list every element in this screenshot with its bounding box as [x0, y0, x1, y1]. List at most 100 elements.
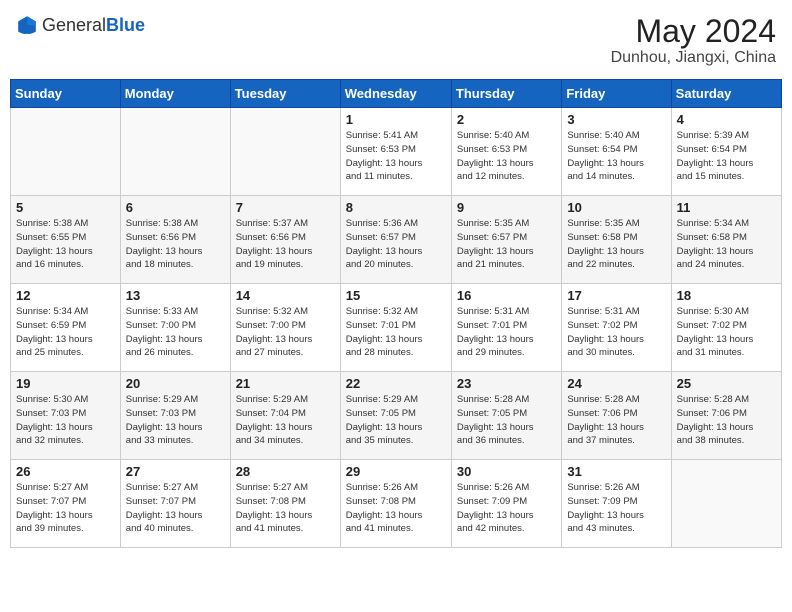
calendar-cell: 10Sunrise: 5:35 AMSunset: 6:58 PMDayligh… [562, 196, 671, 284]
calendar-cell: 16Sunrise: 5:31 AMSunset: 7:01 PMDayligh… [451, 284, 561, 372]
header: GeneralBlue May 2024 Dunhou, Jiangxi, Ch… [10, 10, 782, 71]
calendar-cell: 30 Sunrise: 5:26 AMSunset: 7:09 PMDayligh… [451, 460, 561, 548]
day-info: Sunrise: 5:27 AMSunset: 7:07 PMDaylight:… [16, 481, 115, 536]
logo-general: General [42, 15, 106, 35]
calendar-cell: 19 Sunrise: 5:30 AMSunset: 7:03 PMDayligh… [11, 372, 121, 460]
day-number: 30 [457, 464, 556, 479]
day-number: 27 [126, 464, 225, 479]
day-info: Sunrise: 5:32 AMSunset: 7:01 PMDaylight:… [346, 305, 446, 360]
day-number: 9 [457, 200, 556, 215]
day-info: Sunrise: 5:36 AMSunset: 6:57 PMDaylight:… [346, 217, 446, 272]
calendar-cell: 5 Sunrise: 5:38 AMSunset: 6:55 PMDaylight… [11, 196, 121, 284]
day-number: 22 [346, 376, 446, 391]
day-info: Sunrise: 5:29 AMSunset: 7:05 PMDaylight:… [346, 393, 446, 448]
calendar-cell: 8 Sunrise: 5:36 AMSunset: 6:57 PMDaylight… [340, 196, 451, 284]
day-info: Sunrise: 5:30 AMSunset: 7:02 PMDaylight:… [677, 305, 776, 360]
day-info: Sunrise: 5:33 AMSunset: 7:00 PMDaylight:… [126, 305, 225, 360]
day-info: Sunrise: 5:38 AMSunset: 6:55 PMDaylight:… [16, 217, 115, 272]
day-number: 21 [236, 376, 335, 391]
day-number: 12 [16, 288, 115, 303]
day-number: 10 [567, 200, 665, 215]
calendar-cell: 13 Sunrise: 5:33 AMSunset: 7:00 PMDayligh… [120, 284, 230, 372]
week-row-3: 12 Sunrise: 5:34 AMSunset: 6:59 PMDayligh… [11, 284, 782, 372]
calendar-cell: 23 Sunrise: 5:28 AMSunset: 7:05 PMDayligh… [451, 372, 561, 460]
calendar-cell: 25Sunrise: 5:28 AMSunset: 7:06 PMDayligh… [671, 372, 781, 460]
day-number: 23 [457, 376, 556, 391]
day-info: Sunrise: 5:29 AMSunset: 7:03 PMDaylight:… [126, 393, 225, 448]
day-info: Sunrise: 5:41 AMSunset: 6:53 PMDaylight:… [346, 129, 446, 184]
day-number: 1 [346, 112, 446, 127]
day-number: 19 [16, 376, 115, 391]
day-number: 5 [16, 200, 115, 215]
week-row-5: 26 Sunrise: 5:27 AMSunset: 7:07 PMDayligh… [11, 460, 782, 548]
weekday-header-saturday: Saturday [671, 80, 781, 108]
logo-icon [16, 14, 38, 36]
week-row-4: 19 Sunrise: 5:30 AMSunset: 7:03 PMDayligh… [11, 372, 782, 460]
calendar-cell: 21Sunrise: 5:29 AMSunset: 7:04 PMDayligh… [230, 372, 340, 460]
day-number: 11 [677, 200, 776, 215]
day-number: 4 [677, 112, 776, 127]
calendar-cell: 26 Sunrise: 5:27 AMSunset: 7:07 PMDayligh… [11, 460, 121, 548]
day-number: 26 [16, 464, 115, 479]
day-number: 6 [126, 200, 225, 215]
calendar-cell: 9Sunrise: 5:35 AMSunset: 6:57 PMDaylight… [451, 196, 561, 284]
day-number: 31 [567, 464, 665, 479]
weekday-header-row: SundayMondayTuesdayWednesdayThursdayFrid… [11, 80, 782, 108]
day-number: 3 [567, 112, 665, 127]
day-info: Sunrise: 5:26 AMSunset: 7:09 PMDaylight:… [567, 481, 665, 536]
weekday-header-friday: Friday [562, 80, 671, 108]
day-number: 25 [677, 376, 776, 391]
day-info: Sunrise: 5:34 AMSunset: 6:58 PMDaylight:… [677, 217, 776, 272]
weekday-header-monday: Monday [120, 80, 230, 108]
week-row-2: 5 Sunrise: 5:38 AMSunset: 6:55 PMDaylight… [11, 196, 782, 284]
calendar-cell: 12 Sunrise: 5:34 AMSunset: 6:59 PMDayligh… [11, 284, 121, 372]
day-info: Sunrise: 5:37 AMSunset: 6:56 PMDaylight:… [236, 217, 335, 272]
day-number: 24 [567, 376, 665, 391]
day-info: Sunrise: 5:30 AMSunset: 7:03 PMDaylight:… [16, 393, 115, 448]
day-info: Sunrise: 5:39 AMSunset: 6:54 PMDaylight:… [677, 129, 776, 184]
logo: GeneralBlue [16, 14, 145, 36]
calendar-cell: 18 Sunrise: 5:30 AMSunset: 7:02 PMDayligh… [671, 284, 781, 372]
location: Dunhou, Jiangxi, China [611, 49, 776, 67]
calendar-cell: 6 Sunrise: 5:38 AMSunset: 6:56 PMDaylight… [120, 196, 230, 284]
title-area: May 2024 Dunhou, Jiangxi, China [611, 14, 776, 67]
day-info: Sunrise: 5:34 AMSunset: 6:59 PMDaylight:… [16, 305, 115, 360]
day-info: Sunrise: 5:31 AMSunset: 7:01 PMDaylight:… [457, 305, 556, 360]
day-info: Sunrise: 5:40 AMSunset: 6:54 PMDaylight:… [567, 129, 665, 184]
calendar-cell [120, 108, 230, 196]
day-number: 8 [346, 200, 446, 215]
week-row-1: 1 Sunrise: 5:41 AMSunset: 6:53 PMDaylight… [11, 108, 782, 196]
calendar-cell: 1 Sunrise: 5:41 AMSunset: 6:53 PMDaylight… [340, 108, 451, 196]
weekday-header-wednesday: Wednesday [340, 80, 451, 108]
day-info: Sunrise: 5:27 AMSunset: 7:07 PMDaylight:… [126, 481, 225, 536]
day-number: 18 [677, 288, 776, 303]
day-info: Sunrise: 5:26 AMSunset: 7:09 PMDaylight:… [457, 481, 556, 536]
calendar-cell: 11 Sunrise: 5:34 AMSunset: 6:58 PMDayligh… [671, 196, 781, 284]
weekday-header-thursday: Thursday [451, 80, 561, 108]
calendar-cell: 4 Sunrise: 5:39 AMSunset: 6:54 PMDaylight… [671, 108, 781, 196]
calendar-cell: 27 Sunrise: 5:27 AMSunset: 7:07 PMDayligh… [120, 460, 230, 548]
day-number: 7 [236, 200, 335, 215]
day-number: 14 [236, 288, 335, 303]
logo-text: GeneralBlue [42, 15, 145, 36]
month-year: May 2024 [611, 14, 776, 49]
day-info: Sunrise: 5:26 AMSunset: 7:08 PMDaylight:… [346, 481, 446, 536]
day-info: Sunrise: 5:28 AMSunset: 7:06 PMDaylight:… [567, 393, 665, 448]
day-info: Sunrise: 5:40 AMSunset: 6:53 PMDaylight:… [457, 129, 556, 184]
calendar-cell: 24 Sunrise: 5:28 AMSunset: 7:06 PMDayligh… [562, 372, 671, 460]
weekday-header-sunday: Sunday [11, 80, 121, 108]
day-number: 15 [346, 288, 446, 303]
day-number: 13 [126, 288, 225, 303]
calendar-cell: 15 Sunrise: 5:32 AMSunset: 7:01 PMDayligh… [340, 284, 451, 372]
calendar-cell: 2Sunrise: 5:40 AMSunset: 6:53 PMDaylight… [451, 108, 561, 196]
day-number: 29 [346, 464, 446, 479]
calendar-cell: 28Sunrise: 5:27 AMSunset: 7:08 PMDayligh… [230, 460, 340, 548]
calendar-cell: 22 Sunrise: 5:29 AMSunset: 7:05 PMDayligh… [340, 372, 451, 460]
day-number: 20 [126, 376, 225, 391]
day-info: Sunrise: 5:31 AMSunset: 7:02 PMDaylight:… [567, 305, 665, 360]
calendar-cell [230, 108, 340, 196]
day-info: Sunrise: 5:28 AMSunset: 7:05 PMDaylight:… [457, 393, 556, 448]
day-info: Sunrise: 5:32 AMSunset: 7:00 PMDaylight:… [236, 305, 335, 360]
calendar-cell: 29 Sunrise: 5:26 AMSunset: 7:08 PMDayligh… [340, 460, 451, 548]
day-info: Sunrise: 5:38 AMSunset: 6:56 PMDaylight:… [126, 217, 225, 272]
